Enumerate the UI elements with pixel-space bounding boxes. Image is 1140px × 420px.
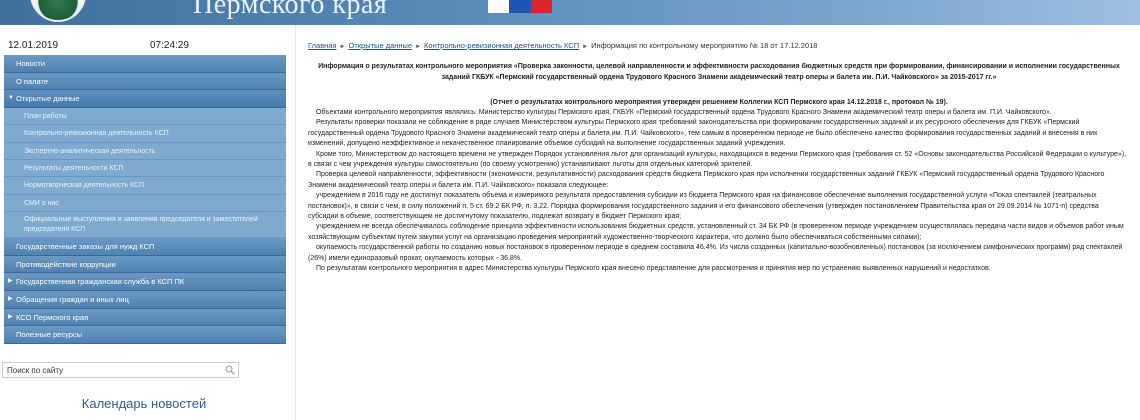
sidebar-subitem-label: План работы bbox=[24, 112, 67, 120]
document-paragraph: По результатам контрольного мероприятия … bbox=[316, 265, 991, 273]
sidebar-item-label: О палате bbox=[16, 76, 49, 86]
breadcrumb: Главная ► Открытые данные ► Контрольно-ревиз… bbox=[308, 41, 817, 53]
sidebar-subitem-results[interactable]: Результаты деятельности КСП bbox=[4, 159, 286, 178]
sidebar-item-open-data[interactable]: ▼ Открытые данные bbox=[4, 90, 286, 108]
left-sidebar: 12.01.2019 07:24:29 Новости О палате ▼ О… bbox=[0, 25, 296, 420]
sidebar-subitem-work-plan[interactable]: План работы bbox=[4, 107, 286, 126]
document-paragraph: Проверка целевой направленности, эффекти… bbox=[308, 171, 1105, 189]
sidebar-item-label: Обращения граждан и иных лиц bbox=[16, 294, 129, 304]
sidebar-item-civil-service[interactable]: ▶ Государственная гражданская служба в К… bbox=[4, 273, 286, 291]
document-body: Объектами контрольного мероприятия являл… bbox=[308, 108, 1130, 275]
breadcrumb-home[interactable]: Главная bbox=[308, 41, 337, 50]
sidebar-subitem-rulemaking[interactable]: Нормотворческая деятельность КСП bbox=[4, 177, 286, 195]
search-input[interactable] bbox=[3, 363, 223, 377]
site-logo[interactable] bbox=[30, 0, 86, 22]
sidebar-subitem-audit-activity[interactable]: Контрольно-ревизионная деятельность КСП bbox=[4, 125, 286, 143]
breadcrumb-separator: ► bbox=[415, 44, 422, 50]
chevron-right-icon: ▶ bbox=[8, 313, 13, 320]
chevron-right-icon: ▶ bbox=[8, 278, 13, 285]
sidebar-subitem-label: Результаты деятельности КСП bbox=[24, 164, 124, 172]
chevron-down-icon: ▼ bbox=[8, 95, 14, 102]
document-paragraph: окупаемость государственной работы по со… bbox=[308, 244, 1123, 262]
sidebar-item-news[interactable]: Новости bbox=[4, 55, 286, 73]
document-paragraph: Результаты проверки показали не соблюден… bbox=[308, 119, 1098, 148]
sidebar-item-label: Полезные ресурсы bbox=[16, 330, 83, 340]
search-box bbox=[2, 362, 239, 378]
sidebar-item-label: Противодействие коррупции bbox=[16, 259, 116, 269]
flag-stripe-white bbox=[488, 0, 510, 13]
search-icon[interactable] bbox=[225, 365, 235, 375]
sidebar-item-state-orders[interactable]: Государственные заказы для нужд КСП bbox=[4, 238, 286, 256]
site-title: Пермского края bbox=[193, 0, 388, 20]
chevron-right-icon: ▶ bbox=[8, 295, 13, 302]
flag-icon bbox=[488, 0, 552, 13]
breadcrumb-current: Информация по контрольному мероприятию №… bbox=[591, 41, 818, 50]
sidebar-item-citizen-appeals[interactable]: ▶ Обращения граждан и иных лиц bbox=[4, 290, 286, 309]
document-title: Информация о результатах контрольного ме… bbox=[318, 63, 1120, 81]
sidebar-item-useful-resources[interactable]: Полезные ресурсы bbox=[4, 326, 286, 344]
sidebar-menu: Новости О палате ▼ Открытые данные План … bbox=[4, 55, 286, 344]
site-header: Пермского края bbox=[0, 0, 1140, 25]
breadcrumb-separator: ► bbox=[582, 44, 589, 50]
flag-stripe-blue bbox=[509, 0, 531, 13]
document-subtitle: (Отчет о результатах контрольного меропр… bbox=[490, 99, 948, 106]
current-time: 07:24:29 bbox=[150, 40, 189, 51]
sidebar-subitem-expert-analytics[interactable]: Экспертно-аналитическая деятельность bbox=[4, 142, 286, 160]
sidebar-subitem-label: Контрольно-ревизионная деятельность КСП bbox=[24, 130, 169, 138]
sidebar-item-label: Новости bbox=[16, 59, 46, 68]
current-date: 12.01.2019 bbox=[8, 40, 59, 51]
sidebar-subitem-media[interactable]: СМИ о нас bbox=[4, 194, 286, 213]
sidebar-subitem-label: СМИ о нас bbox=[24, 199, 59, 207]
sidebar-subitem-official-statements[interactable]: Официальные выступления и заявления пред… bbox=[4, 212, 286, 239]
calendar-title: Календарь новостей bbox=[81, 396, 207, 411]
document-paragraph: учреждением в 2016 году не достигнут пок… bbox=[308, 192, 1099, 221]
sidebar-item-label: Государственные заказы для нужд КСП bbox=[16, 242, 155, 252]
sidebar-item-kso[interactable]: ▶ КСО Пермского края bbox=[4, 308, 286, 327]
main-content: Главная ► Открытые данные ► Контрольно-ревиз… bbox=[306, 25, 1132, 420]
sidebar-subitem-label: Экспертно-аналитическая деятельность bbox=[24, 147, 156, 155]
sidebar-item-label: КСО Пермского края bbox=[16, 312, 89, 322]
sidebar-item-anti-corruption[interactable]: Противодействие коррупции bbox=[4, 255, 286, 274]
sidebar-item-label: Государственная гражданская служба в КСП… bbox=[16, 277, 185, 287]
document-paragraph: Кроме того, Министерством до настоящего … bbox=[308, 150, 1127, 169]
document-paragraph: Объектами контрольного мероприятия являл… bbox=[316, 109, 1052, 116]
flag-stripe-red bbox=[530, 0, 552, 13]
sidebar-subitem-label: Официальные выступления и заявления пред… bbox=[24, 216, 258, 234]
breadcrumb-open-data[interactable]: Открытые данные bbox=[349, 41, 413, 50]
breadcrumb-separator: ► bbox=[339, 44, 346, 50]
document-paragraph: учреждением не всегда обеспечивалось соб… bbox=[308, 223, 1124, 241]
sidebar-subitem-label: Нормотворческая деятельность КСП bbox=[24, 182, 145, 190]
datetime: 12.01.2019 07:24:29 bbox=[8, 40, 208, 52]
sidebar-item-about[interactable]: О палате bbox=[4, 72, 286, 91]
breadcrumb-audit-activity[interactable]: Контрольно-ревизионная деятельность КСП bbox=[424, 41, 579, 50]
sidebar-item-label: Открытые данные bbox=[16, 94, 80, 104]
